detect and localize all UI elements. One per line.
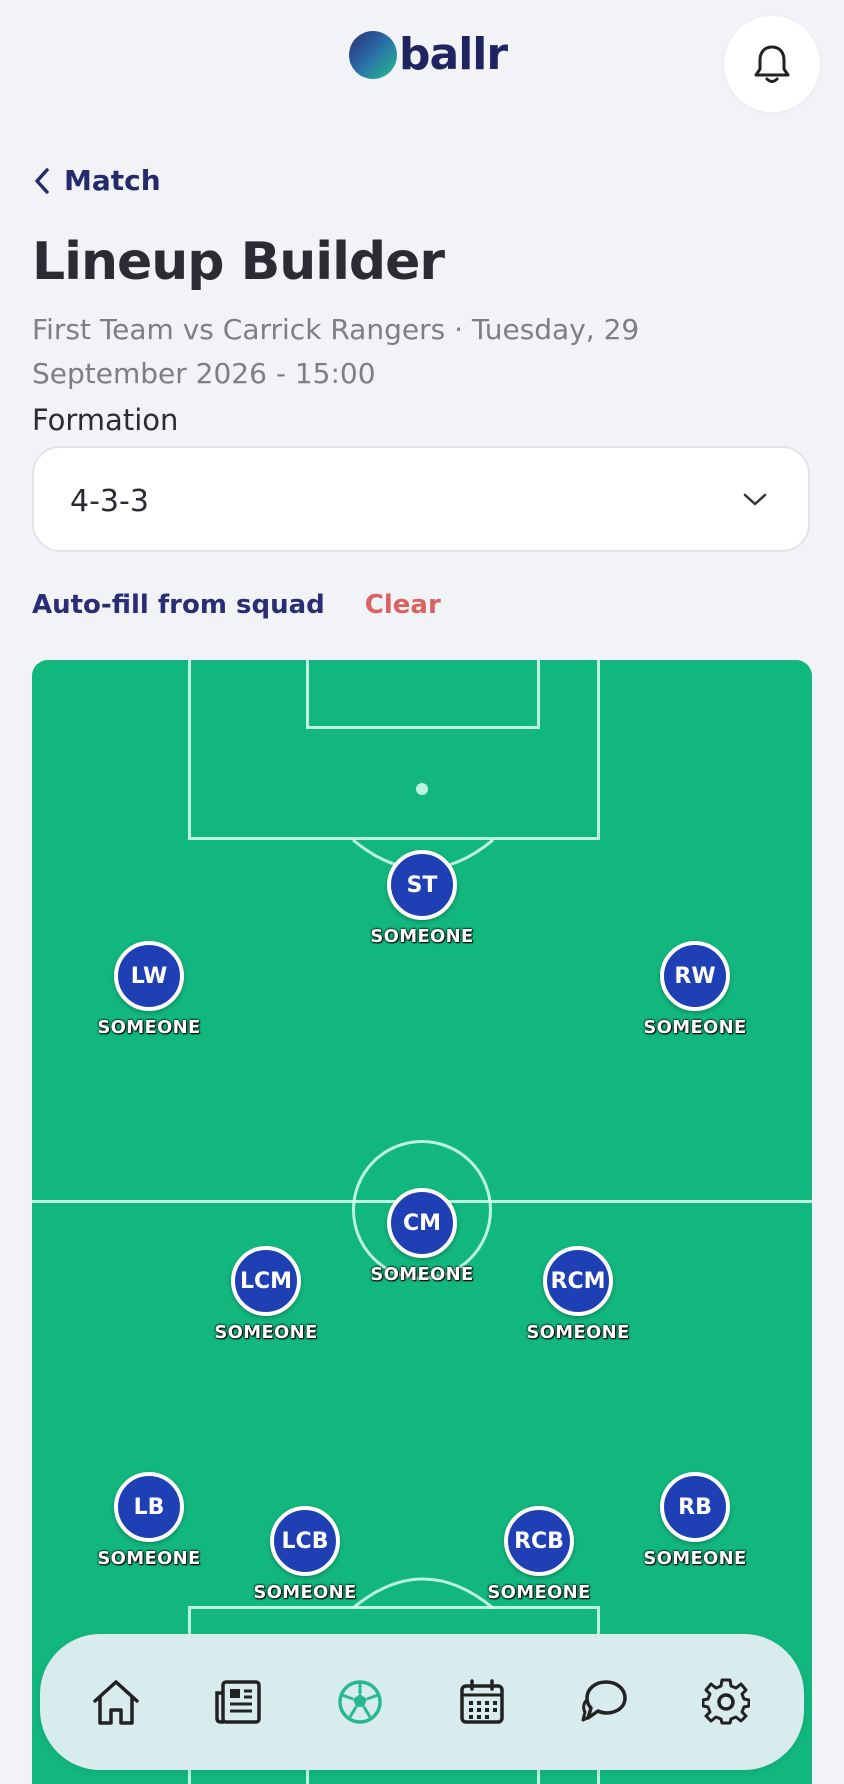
top-penalty-spot <box>416 783 428 795</box>
chevron-left-icon <box>35 167 49 194</box>
formation-value: 4-3-3 <box>70 484 149 519</box>
logo-text: ballr <box>399 29 508 80</box>
player-name: SOMEONE <box>97 1548 201 1569</box>
player-lcm[interactable]: LCM SOMEONE <box>196 1246 336 1343</box>
position-chip: LCM <box>231 1246 301 1316</box>
bell-icon <box>754 45 790 83</box>
nav-football[interactable] <box>332 1674 388 1730</box>
page-subtitle: First Team vs Carrick Rangers · Tuesday,… <box>32 313 640 390</box>
position-chip: RCM <box>543 1246 613 1316</box>
calendar-icon <box>460 1679 504 1724</box>
player-lb[interactable]: LB SOMEONE <box>79 1472 219 1569</box>
formation-label: Formation <box>32 403 179 437</box>
player-rcm[interactable]: RCM SOMEONE <box>508 1246 648 1343</box>
position-chip: CM <box>387 1188 457 1258</box>
player-lw[interactable]: LW SOMEONE <box>79 941 219 1038</box>
news-icon <box>215 1680 261 1724</box>
back-to-match-link[interactable]: Match <box>34 164 161 197</box>
position-chip: LB <box>114 1472 184 1542</box>
nav-news[interactable] <box>210 1674 266 1730</box>
player-name: SOMEONE <box>370 926 474 947</box>
player-name: SOMEONE <box>253 1582 357 1603</box>
player-st[interactable]: ST SOMEONE <box>352 850 492 947</box>
player-name: SOMEONE <box>97 1017 201 1038</box>
player-name: SOMEONE <box>643 1548 747 1569</box>
player-name: SOMEONE <box>526 1322 630 1343</box>
clear-button[interactable]: Clear <box>365 590 441 620</box>
position-chip: LW <box>114 941 184 1011</box>
player-rcb[interactable]: RCB SOMEONE <box>469 1506 609 1603</box>
home-icon <box>93 1680 139 1725</box>
back-label: Match <box>64 164 161 197</box>
nav-settings[interactable] <box>698 1674 754 1730</box>
player-name: SOMEONE <box>487 1582 591 1603</box>
position-chip: RW <box>660 941 730 1011</box>
position-chip: ST <box>387 850 457 920</box>
top-goal-box <box>306 660 540 729</box>
player-rb[interactable]: RB SOMEONE <box>625 1472 765 1569</box>
position-chip: RB <box>660 1472 730 1542</box>
logo-mark-icon <box>349 31 397 79</box>
player-rw[interactable]: RW SOMEONE <box>625 941 765 1038</box>
player-cm[interactable]: CM SOMEONE <box>352 1188 492 1285</box>
player-lcb[interactable]: LCB SOMEONE <box>235 1506 375 1603</box>
player-name: SOMEONE <box>214 1322 318 1343</box>
player-name: SOMEONE <box>643 1017 747 1038</box>
pitch: ST SOMEONE LW SOMEONE RW SOMEONE CM SOME… <box>32 660 812 1784</box>
lineup-actions: Auto-fill from squad Clear <box>32 590 441 620</box>
autofill-button[interactable]: Auto-fill from squad <box>32 590 325 620</box>
formation-select[interactable]: 4-3-3 <box>32 446 810 552</box>
notifications-button[interactable] <box>724 16 820 112</box>
position-chip: LCB <box>270 1506 340 1576</box>
chat-icon <box>581 1680 627 1722</box>
nav-home[interactable] <box>88 1674 144 1730</box>
chevron-down-icon <box>743 493 767 506</box>
nav-chat[interactable] <box>576 1674 632 1730</box>
ballr-logo[interactable]: ballr <box>349 29 508 80</box>
nav-calendar[interactable] <box>454 1674 510 1730</box>
player-name: SOMEONE <box>370 1264 474 1285</box>
page-title: Lineup Builder <box>32 232 445 292</box>
bottom-nav <box>40 1634 804 1770</box>
settings-icon <box>702 1678 750 1725</box>
top-bar: ballr <box>0 0 844 130</box>
football-icon <box>338 1680 382 1724</box>
position-chip: RCB <box>504 1506 574 1576</box>
